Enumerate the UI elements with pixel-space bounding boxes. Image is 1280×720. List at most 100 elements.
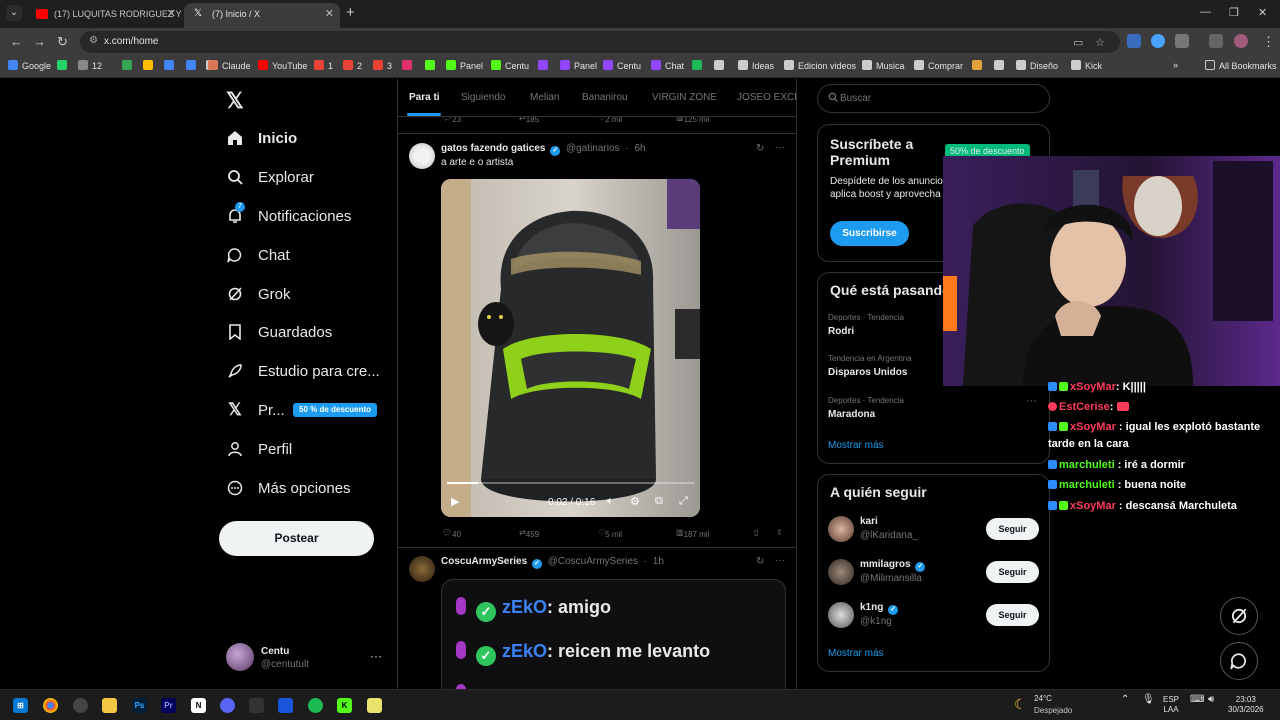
network-icon[interactable]: ⌨︎: [1190, 695, 1204, 705]
bookmark-item[interactable]: [143, 60, 157, 71]
close-tab-icon[interactable]: ✕: [167, 3, 176, 25]
bookmark-item[interactable]: Musica: [862, 60, 905, 71]
grok-icon[interactable]: ↻: [756, 143, 764, 154]
nav-item-perfil[interactable]: Perfil: [226, 435, 292, 463]
bookmark-item[interactable]: 3: [373, 60, 392, 71]
bookmark-item[interactable]: [122, 60, 136, 71]
x-logo[interactable]: 𝕏: [226, 88, 244, 114]
trend-name[interactable]: Disparos Unidos: [828, 367, 907, 378]
volume-icon[interactable]: 🔊︎: [1208, 695, 1214, 705]
tab-para-ti[interactable]: Para ti: [409, 92, 440, 103]
clock[interactable]: 23:03 30/3/2026: [1228, 695, 1264, 715]
avatar[interactable]: [828, 559, 854, 585]
browser-tab-x[interactable]: 𝕏 (7) Inicio / X ✕: [184, 3, 340, 28]
bookmark-item[interactable]: Diseño: [1016, 60, 1058, 71]
tab-virgin-zone[interactable]: VIRGIN ZONE: [652, 92, 717, 103]
bookmark-item[interactable]: Panel: [446, 60, 483, 71]
bookmark-item[interactable]: Centu: [491, 60, 529, 71]
nav-item-guardados[interactable]: Guardados: [226, 318, 332, 346]
bookmark-item[interactable]: Claude: [208, 60, 251, 71]
language-indicator[interactable]: ESP LAA: [1163, 695, 1179, 715]
app-icon[interactable]: [73, 698, 88, 713]
trend-name[interactable]: Rodri: [828, 326, 854, 337]
file-explorer-icon[interactable]: [102, 698, 117, 713]
bookmark-item[interactable]: 12: [78, 60, 102, 71]
nav-item-notificaciones[interactable]: 7 Notificaciones: [226, 202, 351, 230]
bookmark-item[interactable]: [972, 60, 986, 71]
show-more-link[interactable]: Mostrar más: [828, 648, 884, 659]
close-window-icon[interactable]: ✕: [1258, 6, 1267, 19]
discord-icon[interactable]: [220, 698, 235, 713]
address-bar[interactable]: ⚙ x.com/home ▭ ☆: [80, 31, 1120, 53]
kick-icon[interactable]: K: [337, 698, 352, 713]
bookmark-item[interactable]: Ideas: [738, 60, 774, 71]
tweet-time[interactable]: 6h: [634, 143, 645, 154]
weather-description[interactable]: Despejado: [1034, 706, 1072, 715]
tweet-image[interactable]: ✓ zEkO: amigo ✓ zEkO: reicen me levanto: [441, 579, 786, 689]
weather-temperature[interactable]: 24°C: [1034, 694, 1052, 703]
windows-start-icon[interactable]: ⊞: [13, 698, 28, 713]
bookmark-item[interactable]: [425, 60, 439, 71]
more-dots-icon[interactable]: ···: [775, 555, 785, 566]
user-name[interactable]: k1ng ✓: [860, 602, 899, 615]
photoshop-icon[interactable]: Ps: [132, 698, 147, 713]
settings-gear-icon[interactable]: ⚙: [630, 495, 640, 508]
volume-icon[interactable]: 🔈︎: [607, 495, 614, 508]
premiere-icon[interactable]: Pr: [161, 698, 176, 713]
more-dots-icon[interactable]: ···: [1026, 395, 1037, 407]
author-handle[interactable]: @CoscuArmySeries: [548, 556, 638, 567]
site-info-icon[interactable]: ⚙: [89, 35, 98, 46]
avatar[interactable]: [409, 143, 435, 169]
avatar[interactable]: [828, 516, 854, 542]
tweet-video[interactable]: ▶ 0:02 / 0:16 🔈︎ ⚙ ⧉ ⤢: [441, 179, 700, 517]
play-icon[interactable]: ▶: [451, 495, 459, 508]
reload-icon[interactable]: ↻: [57, 34, 68, 50]
minimize-icon[interactable]: —: [1200, 6, 1211, 18]
microphone-icon[interactable]: 🎙︎: [1142, 695, 1155, 705]
share-icon[interactable]: ⇪: [776, 528, 783, 537]
extension-icon[interactable]: [1151, 34, 1165, 48]
picture-in-picture-icon[interactable]: ⧉: [655, 495, 663, 508]
author-handle[interactable]: @gatinarios: [566, 143, 620, 154]
install-app-icon[interactable]: ▭: [1073, 36, 1083, 49]
bookmark-item[interactable]: Kick: [1071, 60, 1102, 71]
search-input[interactable]: Buscar: [840, 93, 871, 104]
bookmark-item[interactable]: Google: [8, 60, 51, 71]
more-dots-icon[interactable]: ···: [775, 142, 785, 153]
extension-icon[interactable]: [1127, 34, 1141, 48]
bookmark-item[interactable]: Edicion videos: [784, 60, 856, 71]
chrome-icon[interactable]: [43, 698, 58, 713]
app-icon[interactable]: [278, 698, 293, 713]
tray-overflow-icon[interactable]: ⌃: [1121, 695, 1129, 705]
follow-button[interactable]: Seguir: [986, 604, 1039, 626]
grok-icon[interactable]: ↻: [756, 556, 764, 567]
bookmark-item[interactable]: YouTube: [258, 60, 307, 71]
show-more-link[interactable]: Mostrar más: [828, 440, 884, 451]
tab-search-button[interactable]: ⌄: [6, 5, 22, 21]
like-button[interactable]: ♡ 5 mil: [598, 528, 622, 539]
follow-button[interactable]: Seguir: [986, 518, 1039, 540]
bookmarks-overflow-icon[interactable]: »: [1173, 60, 1178, 70]
search-box[interactable]: Buscar: [817, 84, 1050, 113]
nav-item-chat[interactable]: Chat: [226, 241, 290, 269]
bookmark-item[interactable]: [538, 60, 552, 71]
fullscreen-icon[interactable]: ⤢: [679, 495, 688, 508]
views-button[interactable]: ▥ 187 mil: [676, 528, 709, 539]
forward-icon[interactable]: →: [33, 34, 46, 49]
repost-button[interactable]: ⇄ 459: [519, 528, 539, 539]
nav-item-premium[interactable]: 𝕏 Pr...: [226, 396, 285, 424]
bookmark-item[interactable]: Panel: [560, 60, 597, 71]
nav-item-estudio[interactable]: Estudio para cre...: [226, 357, 380, 385]
bookmark-item[interactable]: [164, 60, 178, 71]
bookmark-item[interactable]: [994, 60, 1008, 71]
reply-button[interactable]: 💬︎ 40: [442, 528, 461, 539]
notion-icon[interactable]: N: [191, 698, 206, 713]
follow-button[interactable]: Seguir: [986, 561, 1039, 583]
bookmark-item[interactable]: Chat: [651, 60, 684, 71]
messages-floating-button[interactable]: [1220, 642, 1258, 680]
user-name[interactable]: mmilagros ✓: [860, 559, 926, 572]
close-tab-icon[interactable]: ✕: [325, 3, 334, 25]
nav-item-inicio[interactable]: Inicio: [226, 124, 297, 152]
back-icon[interactable]: ←: [10, 34, 23, 49]
trend-name[interactable]: Maradona: [828, 409, 875, 420]
